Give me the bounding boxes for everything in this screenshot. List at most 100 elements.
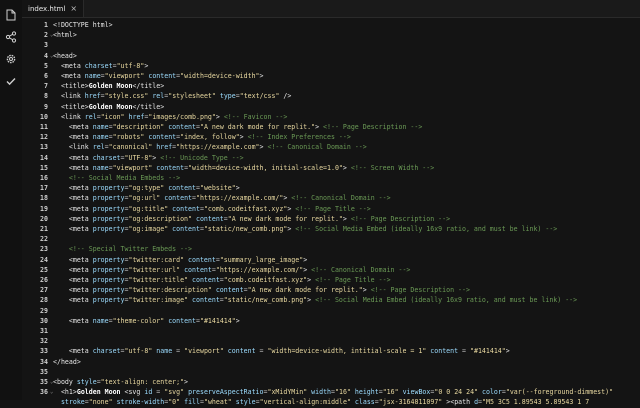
code-token: content <box>172 225 200 233</box>
code-token: content <box>192 276 220 284</box>
code-token: "https://example.com/" <box>196 194 284 203</box>
code-token: property <box>92 276 125 284</box>
code-token: <!DOCTYPE html> <box>53 21 113 29</box>
code-token: <meta <box>68 214 93 223</box>
code-token: <!-- Special Twitter Embeds --> <box>68 245 192 254</box>
line-number: 29 <box>40 306 48 315</box>
code-area[interactable]: <!DOCTYPE html> <html> <head> <meta charse… <box>53 18 640 406</box>
code-token: > <box>239 133 248 142</box>
code-token: "A new dark mode for replit." <box>199 123 316 131</box>
code-token: <!-- Page Description --> <box>370 286 470 295</box>
tab-index-html[interactable]: index.html × <box>22 0 84 17</box>
line-number: 35 <box>40 367 48 376</box>
code-token: "https://example.com" <box>176 143 260 152</box>
code-token: href <box>84 92 101 101</box>
code-token: <h1> <box>60 388 77 397</box>
code-token: content <box>215 286 244 295</box>
code-token: content <box>184 265 212 274</box>
code-line: <!DOCTYPE html> <box>53 20 113 30</box>
line-number: 26 <box>40 276 48 284</box>
code-token: "utf-8" <box>116 61 145 70</box>
code-line: <meta property="twitter:url" content="ht… <box>53 265 411 275</box>
code-line: <!-- Social Media Embeds --> <box>53 173 180 183</box>
code-token: "svg" <box>164 388 185 397</box>
code-token: > <box>303 265 312 274</box>
code-token: "index, follow" <box>180 133 240 142</box>
code-token: viewBox <box>402 388 431 397</box>
code-token: <!-- Unicode Type --> <box>160 153 244 162</box>
share-icon[interactable] <box>4 30 18 44</box>
code-token: = <box>255 347 268 356</box>
code-token: content <box>164 194 193 203</box>
code-token: style <box>76 378 97 386</box>
code-token: property <box>92 214 125 223</box>
line-number: 23 <box>40 245 48 254</box>
code-token: <meta <box>68 296 93 305</box>
code-editor[interactable]: 1 2 3 4 5 6 7 8 9 10 11 12 13 14 15 16 17 18 19 20 21 22 23 24 2… <box>22 18 640 406</box>
code-line: <head> <box>53 51 77 61</box>
code-token: width <box>311 388 332 397</box>
line-number: 10 <box>40 112 48 121</box>
code-token: <meta <box>68 255 93 264</box>
code-token: "og:type" <box>128 184 165 193</box>
close-icon[interactable]: × <box>70 4 77 13</box>
code-token: "og:description" <box>128 214 192 223</box>
files-icon[interactable] <box>4 8 18 22</box>
code-token: rel <box>152 92 165 101</box>
code-token: "text-align: center;" <box>100 378 185 386</box>
code-token: <!-- Canonical Domain --> <box>311 265 411 274</box>
line-number: 33 <box>40 347 48 356</box>
line-number: 21 <box>40 225 48 233</box>
code-token: height <box>354 388 379 397</box>
code-token: href <box>156 143 173 152</box>
check-icon[interactable] <box>4 74 18 88</box>
line-number: 14 <box>40 153 48 162</box>
line-number: 20 <box>40 214 48 223</box>
code-token: > <box>505 347 510 356</box>
code-token: > <box>315 123 324 131</box>
code-token: content <box>148 133 177 142</box>
settings-icon[interactable] <box>4 52 18 66</box>
code-token: rel <box>84 112 97 121</box>
code-token: property <box>92 265 125 274</box>
code-token: type <box>219 92 236 101</box>
code-token: "description" <box>112 123 165 131</box>
code-token: <meta <box>68 194 93 203</box>
code-token: property <box>92 204 125 213</box>
code-line: <meta name="theme-color" content="#14141… <box>53 316 240 326</box>
code-line: <body style="text-align: center;"> <box>53 377 188 387</box>
code-token: property <box>92 296 125 305</box>
code-line: <meta property="twitter:card" content="s… <box>53 255 307 265</box>
line-number: 12 <box>40 133 48 142</box>
code-token: <meta <box>60 72 85 80</box>
line-number: 27 <box>40 286 48 295</box>
code-token: "og:image" <box>128 225 169 233</box>
line-number-gutter: 1 2 3 4 5 6 7 8 9 10 11 12 13 14 15 16 17 18 19 20 21 22 23 24 2… <box>22 18 50 400</box>
code-token: "16" <box>382 388 399 397</box>
code-token: > <box>235 184 240 193</box>
code-token: <!-- Canonical Domain --> <box>291 194 391 203</box>
code-line: <!-- Special Twitter Embeds --> <box>53 244 192 254</box>
code-token: = <box>152 388 165 397</box>
code-line: <h1>Golden Moon <svg id = "svg" preserve… <box>53 387 613 397</box>
code-token: "utf-8" <box>124 347 153 356</box>
code-token: <meta <box>68 133 93 142</box>
code-token: <meta <box>68 184 93 193</box>
code-token: "website" <box>199 184 236 193</box>
code-line: <meta property="og:image" content="stati… <box>53 224 557 234</box>
code-token: /> <box>279 92 292 101</box>
code-token: <!-- Page Title --> <box>315 276 391 284</box>
code-line: <title>Golden Moon</title> <box>53 102 164 112</box>
code-token: content <box>195 214 224 223</box>
code-token: <!-- Page Description --> <box>350 214 451 223</box>
code-token: > <box>362 286 371 295</box>
